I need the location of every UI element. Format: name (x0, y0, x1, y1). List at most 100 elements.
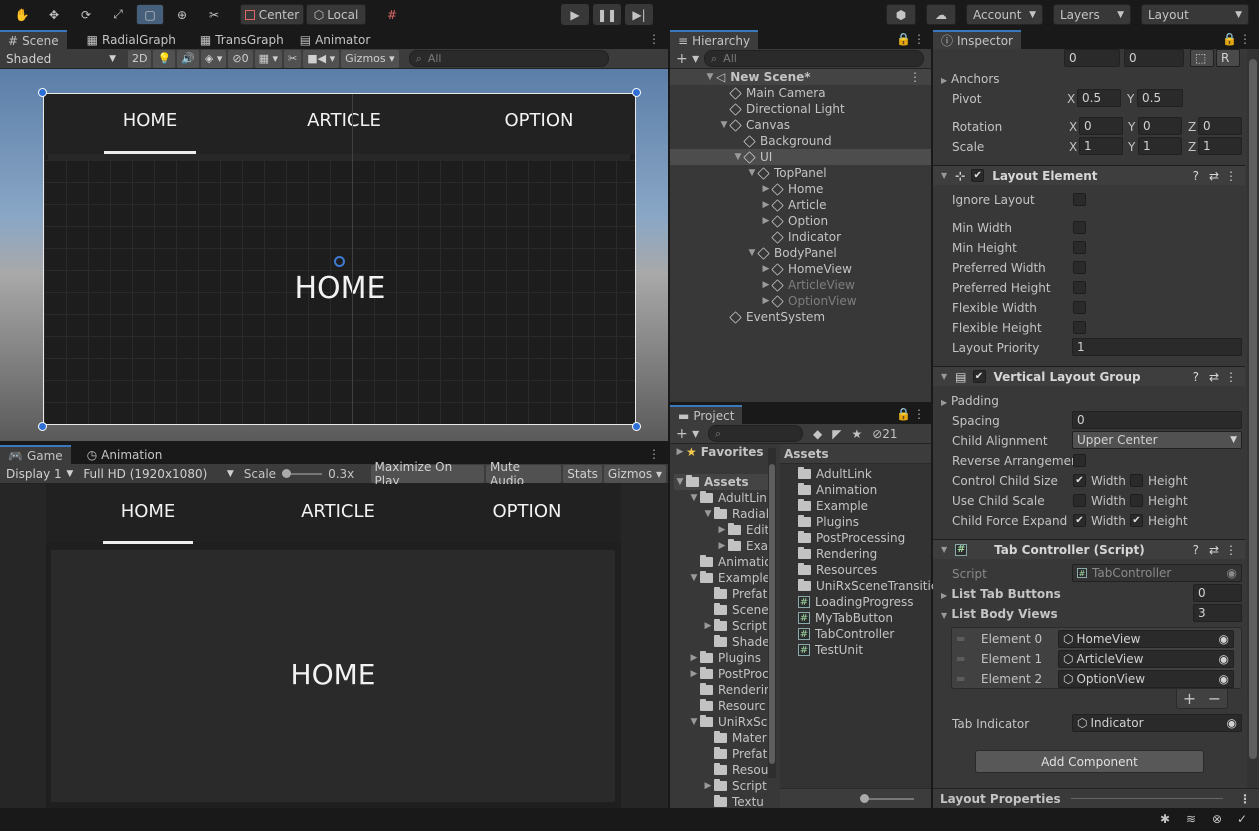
custom-tool-icon[interactable]: ✂ (200, 4, 228, 25)
cloud-icon[interactable]: ☁ (926, 4, 956, 25)
asset-item[interactable]: Animation (780, 482, 877, 498)
camera-icon[interactable]: ■◀ ▾ (303, 49, 340, 68)
collab-icon[interactable]: ⬢ (886, 4, 916, 25)
corner-handle[interactable] (38, 422, 47, 431)
hierarchy-row[interactable]: ▼ ◁ New Scene* ⋮ (670, 69, 931, 85)
project-tree-item[interactable]: ▶ Script (670, 778, 767, 794)
chevron-right-icon[interactable]: ▶ (716, 541, 728, 551)
display-dropdown[interactable]: Display 1 ▼ (2, 465, 77, 483)
rect-field[interactable]: 0 (1124, 49, 1184, 67)
component-enabled-checkbox[interactable]: ✔ (971, 169, 985, 182)
rect-field[interactable]: 0 (1064, 49, 1120, 67)
step-button[interactable]: ▶| (625, 4, 653, 25)
hierarchy-row[interactable]: ▼ UI (670, 149, 931, 165)
more-menu-icon[interactable]: ⋮ (913, 407, 925, 421)
list-body-views-foldout[interactable]: ▼ List Body Views (941, 607, 1058, 621)
drag-handle-icon[interactable]: ═ (957, 672, 964, 686)
layout-element-checkbox[interactable] (1073, 261, 1086, 274)
hierarchy-row[interactable]: Background (670, 133, 931, 149)
filter-type-icon[interactable]: ◆ (813, 427, 822, 441)
inspector-scrollbar[interactable] (1247, 49, 1259, 789)
pause-button[interactable]: ❚❚ (593, 4, 621, 25)
hierarchy-row[interactable]: ▶ Home (670, 181, 931, 197)
favorites-row[interactable]: ▶ ★ Favorites (674, 444, 764, 460)
tree-scroll-thumb[interactable] (769, 464, 775, 764)
project-tree-item[interactable]: ▼ AdultLinl (670, 490, 770, 506)
hierarchy-row[interactable]: EventSystem (670, 309, 931, 325)
layout-dropdown[interactable]: Layout ▼ (1141, 4, 1249, 25)
layout-element-header[interactable]: ▼ ⊹ ✔ Layout Element ? ⇄ ⋮ (933, 165, 1245, 185)
game-tab-article[interactable]: ARTICLE (288, 501, 388, 522)
control-size-width-checkbox[interactable]: ✔ (1073, 474, 1086, 487)
more-menu-icon[interactable]: ⋮ (1225, 370, 1237, 384)
chevron-down-icon[interactable]: ▼ (704, 72, 716, 82)
project-tree-item[interactable]: Textu (670, 794, 764, 808)
database-icon[interactable]: ≋ (1186, 812, 1196, 826)
more-menu-icon[interactable]: ⋮ (648, 447, 660, 461)
tab-hierarchy[interactable]: ≡ Hierarchy (670, 30, 759, 49)
project-tree-item[interactable]: Animatio (670, 554, 772, 570)
hierarchy-row[interactable]: ▼ Canvas (670, 117, 931, 133)
grid-toggle-icon[interactable]: ▦ ▾ (254, 49, 282, 68)
component-enabled-checkbox[interactable]: ✔ (972, 370, 986, 383)
layout-priority-field[interactable]: 1 (1072, 338, 1242, 356)
tab-inspector[interactable]: ⓘ Inspector (933, 30, 1021, 49)
more-menu-icon[interactable]: ⋮ (1225, 543, 1237, 557)
asset-item[interactable]: UniRxSceneTransitic (780, 578, 937, 594)
tab-game[interactable]: 🎮 Game (0, 445, 71, 464)
account-dropdown[interactable]: Account ▼ (966, 4, 1043, 25)
add-icon[interactable]: + ▾ (672, 426, 706, 442)
pivot-y-field[interactable]: 0.5 (1137, 89, 1183, 107)
blueprint-toggle[interactable]: ⬚ (1190, 49, 1214, 67)
asset-item[interactable]: # TabController (780, 626, 894, 642)
list-tab-buttons-foldout[interactable]: ▶ List Tab Buttons (941, 587, 1061, 601)
hierarchy-search-input[interactable]: ⌕ All (704, 50, 924, 67)
vertical-layout-group-header[interactable]: ▼ ▤ ✔ Vertical Layout Group ? ⇄ ⋮ (933, 366, 1245, 386)
tab-radialgraph[interactable]: ▦ RadialGraph (79, 30, 184, 49)
asset-item[interactable]: AdultLink (780, 466, 872, 482)
2d-toggle[interactable]: 2D (128, 49, 152, 68)
hidden-packages-icon[interactable]: ⊘21 (872, 427, 897, 441)
element-object-field[interactable]: ⬡ HomeView ◉ (1058, 630, 1234, 648)
tab-indicator-field[interactable]: ⬡ Indicator ◉ (1072, 714, 1242, 732)
layout-element-checkbox[interactable] (1073, 193, 1086, 206)
layout-element-checkbox[interactable] (1073, 241, 1086, 254)
rotation-z-field[interactable]: 0 (1198, 117, 1242, 135)
asset-item[interactable]: # TestUnit (780, 642, 863, 658)
element-object-field[interactable]: ⬡ ArticleView ◉ (1058, 650, 1234, 668)
chevron-right-icon[interactable]: ▶ (688, 669, 700, 679)
lock-icon[interactable]: 🔒 (896, 32, 911, 46)
tab-scene[interactable]: # Scene (0, 30, 67, 49)
use-scale-height-checkbox[interactable] (1130, 494, 1143, 507)
target-icon[interactable]: ◉ (1219, 672, 1229, 686)
scale-slider[interactable]: Scale 0.3x (240, 467, 369, 481)
project-tree-item[interactable]: ▶ Script (670, 618, 767, 634)
network-icon[interactable]: ⊗ (1212, 812, 1222, 826)
chevron-right-icon[interactable]: ▶ (716, 525, 728, 535)
project-tree-item[interactable]: ▼ Radial (670, 506, 769, 522)
chevron-right-icon[interactable]: ▶ (702, 781, 714, 791)
scale-tool-icon[interactable]: ⤢ (104, 4, 132, 25)
more-menu-icon[interactable]: ⋮ (1239, 792, 1251, 806)
chevron-right-icon[interactable]: ▶ (702, 621, 714, 631)
scale-z-field[interactable]: 1 (1198, 137, 1242, 155)
spacing-field[interactable]: 0 (1072, 411, 1242, 429)
add-icon[interactable]: + ▾ (672, 51, 702, 67)
hierarchy-row[interactable]: ▶ HomeView (670, 261, 931, 277)
inspector-scroll-thumb[interactable] (1249, 59, 1257, 759)
target-icon[interactable]: ◉ (1219, 632, 1229, 646)
project-tree-item[interactable]: ▼ Example (670, 570, 770, 586)
drag-handle-icon[interactable]: ═ (957, 652, 964, 666)
layout-element-checkbox[interactable] (1073, 301, 1086, 314)
hierarchy-row[interactable]: ▼ TopPanel (670, 165, 931, 181)
help-icon[interactable]: ? (1193, 169, 1199, 183)
target-icon[interactable]: ◉ (1219, 652, 1229, 666)
project-search-input[interactable]: ⌕ (708, 425, 803, 442)
scale-x-field[interactable]: 1 (1079, 137, 1123, 155)
project-tree-item[interactable]: Prefat (670, 746, 767, 762)
target-icon[interactable]: ◉ (1227, 716, 1237, 730)
project-tree-item[interactable]: Resourc (670, 698, 766, 714)
assets-row[interactable]: ▼ Assets (674, 474, 774, 490)
game-viewport[interactable]: HOME ARTICLE OPTION HOME (0, 484, 668, 808)
project-tree-item[interactable]: Mater (670, 730, 767, 746)
